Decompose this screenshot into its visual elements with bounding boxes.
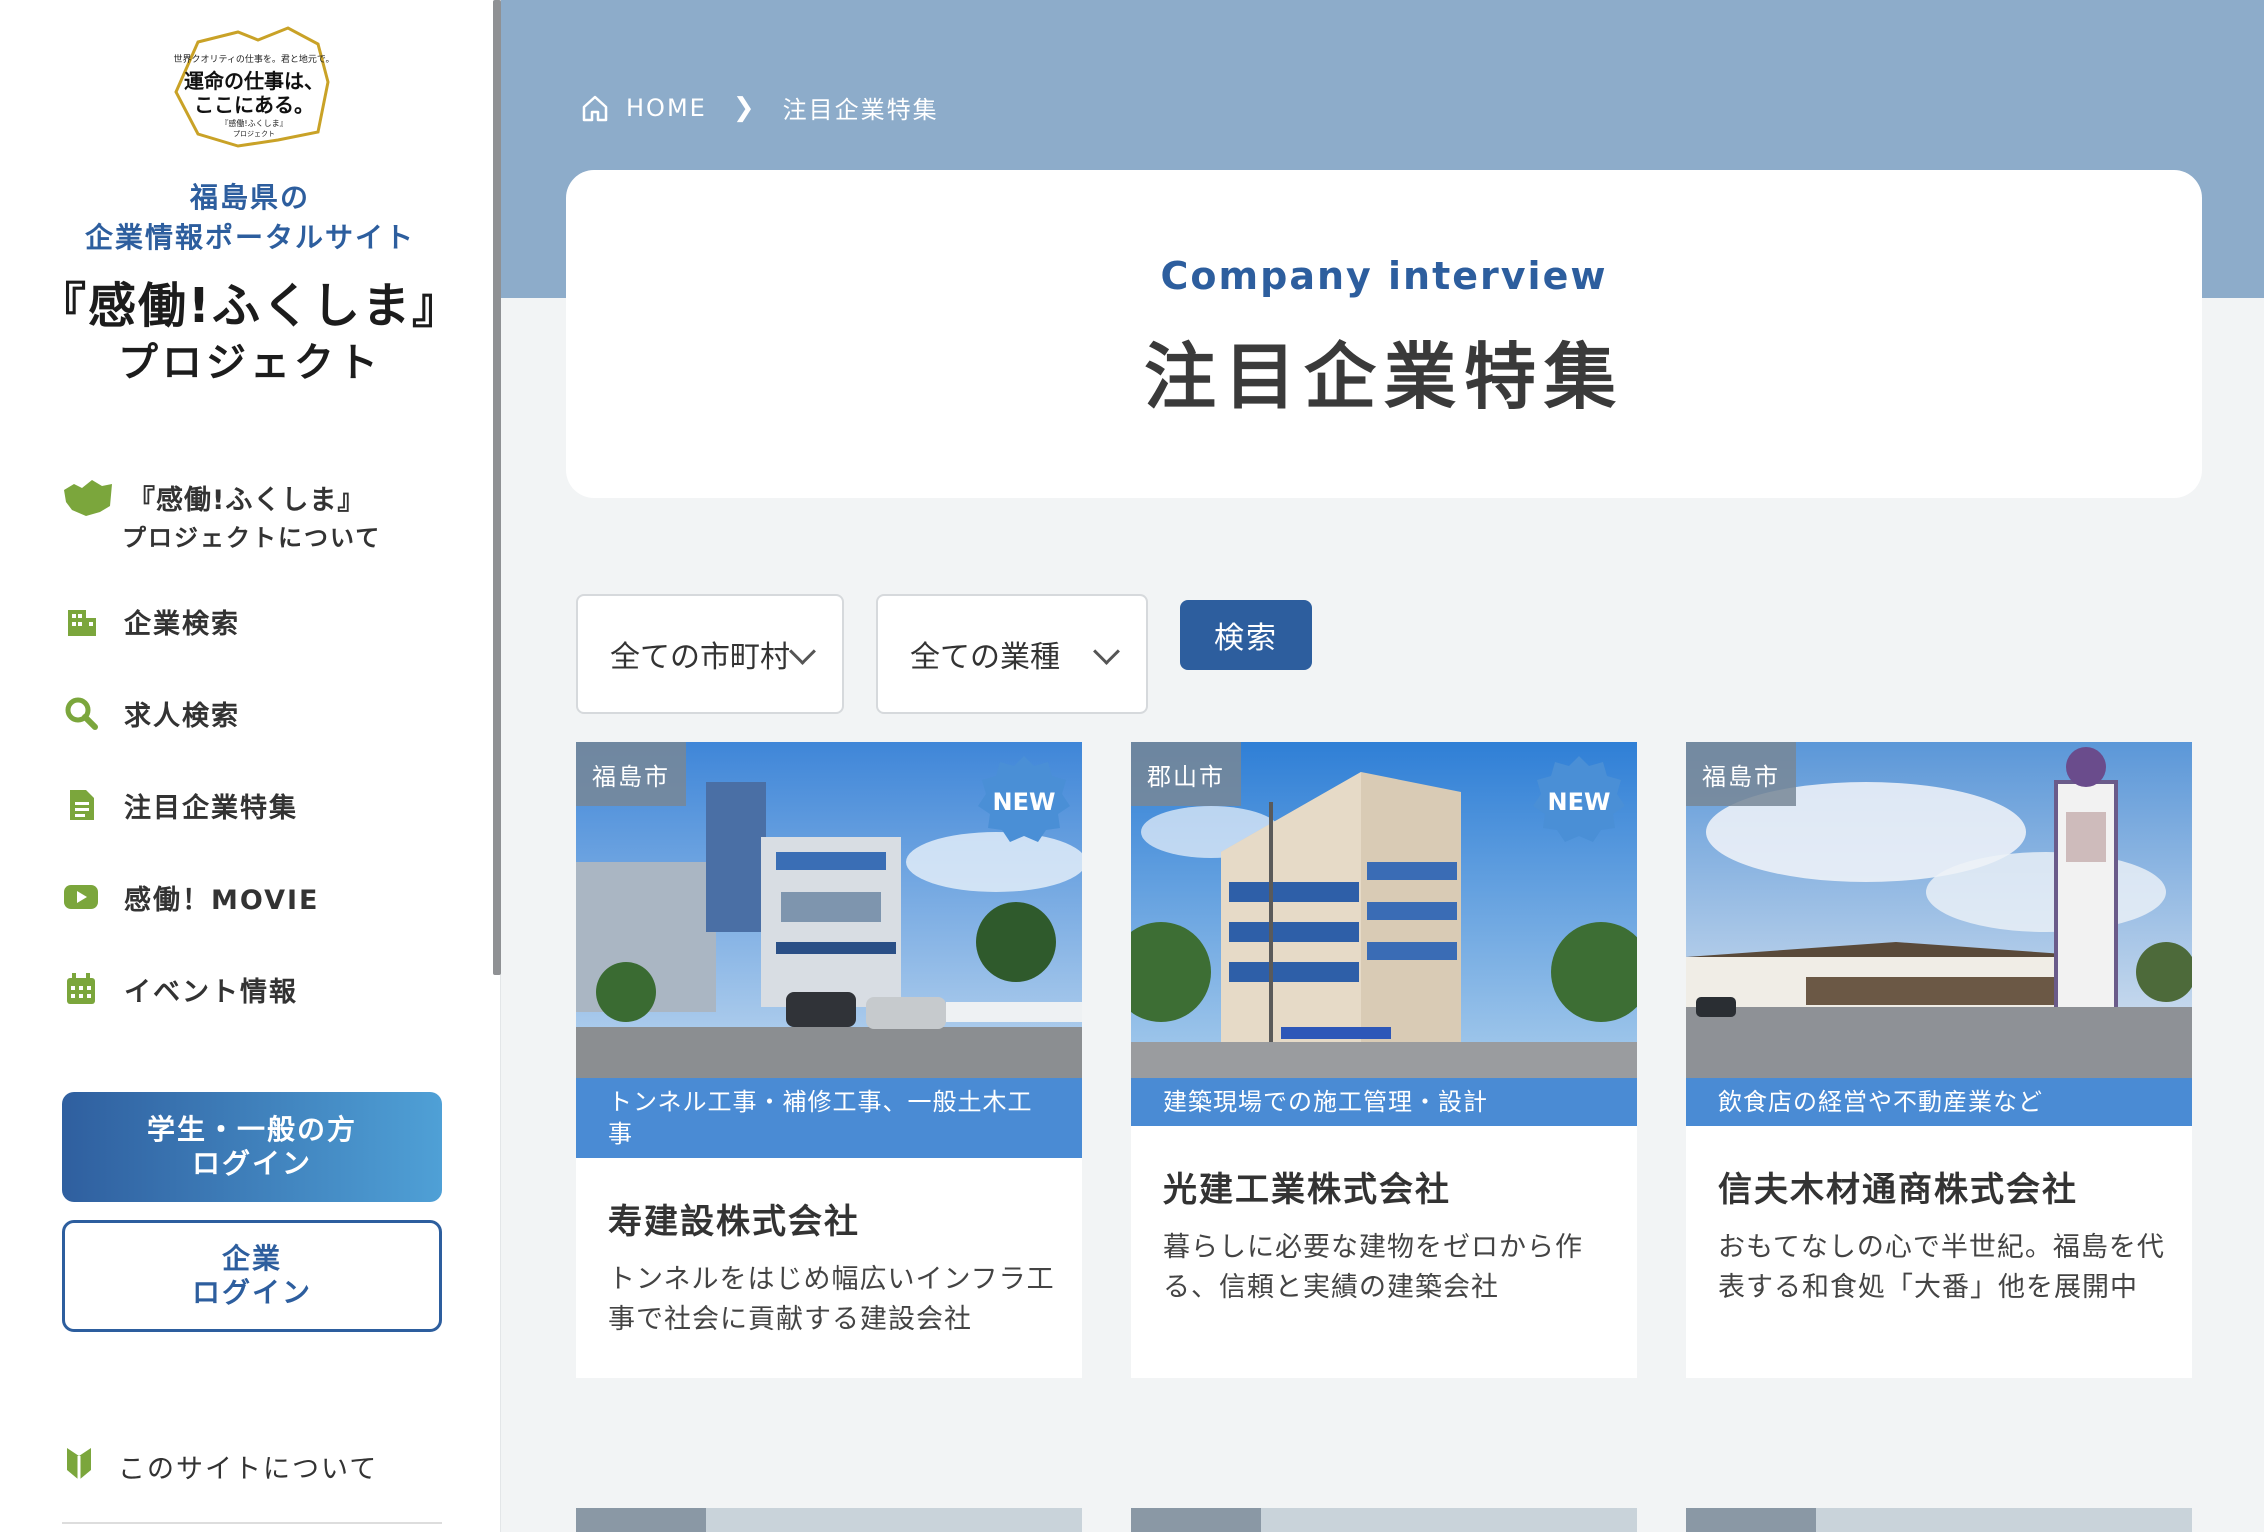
beginner-leaf-icon [64, 1444, 94, 1488]
company-description: おもてなしの心で半世紀。福島を代表する和食処「大番」他を展開中 [1718, 1232, 2165, 1303]
chevron-down-icon [1093, 638, 1120, 665]
chevron-right-icon: ❯ [732, 92, 757, 123]
nav-featured-companies[interactable]: 注目企業特集 [60, 784, 298, 826]
search-icon [60, 692, 102, 734]
new-badge: NEW [976, 754, 1072, 850]
sidebar-scrollbar[interactable] [493, 0, 501, 975]
project-logo-badge[interactable]: 世界クオリティの仕事を。君と地元で。 運命の仕事は、 ここにある。 『感働!ふく… [168, 22, 338, 152]
industry-label: 飲食店の経営や不動産業など [1686, 1078, 2192, 1126]
svg-text:『感働!ふくしま』: 『感働!ふくしま』 [220, 118, 287, 128]
student-login-line1: 学生・一般の方 [146, 1113, 357, 1146]
site-description-line2: 企業情報ポータルサイト [84, 221, 415, 254]
city-select[interactable]: 全ての市町村 [576, 594, 844, 714]
site-description-line1: 福島県の [189, 181, 310, 214]
nav-job-search-label: 求人検索 [124, 700, 240, 732]
city-select-value: 全ての市町村 [610, 640, 790, 675]
sidebar: 世界クオリティの仕事を。君と地元で。 運命の仕事は、 ここにある。 『感働!ふく… [0, 0, 501, 1532]
svg-text:ここにある。: ここにある。 [194, 93, 314, 117]
city-tag: 福島市 [576, 742, 686, 806]
calendar-icon [60, 968, 102, 1010]
building-icon [60, 600, 102, 642]
breadcrumb-current: 注目企業特集 [782, 96, 939, 124]
home-icon[interactable] [580, 93, 610, 123]
company-card-peek[interactable] [1131, 1508, 1637, 1532]
document-icon [60, 784, 102, 826]
company-name: 信夫木材通商株式会社 [1718, 1170, 2078, 1210]
new-badge: NEW [1531, 754, 1627, 850]
nav-site-about-label: このサイトについて [118, 1453, 379, 1485]
company-name: 寿建設株式会社 [608, 1202, 860, 1242]
sidebar-divider [62, 1522, 442, 1524]
nav-events-label: イベント情報 [124, 976, 298, 1008]
company-card[interactable]: 福島市 飲食店の経営や不動産業など 信夫木材通商株式会社 おもてなしの心で半世紀… [1686, 742, 2192, 1378]
page-title: 注目企業特集 [1143, 335, 1624, 419]
company-name: 光建工業株式会社 [1163, 1170, 1451, 1210]
industry-select-value: 全ての業種 [910, 640, 1060, 675]
svg-text:運命の仕事は、: 運命の仕事は、 [184, 69, 324, 93]
company-login-line1: 企業 [221, 1242, 282, 1275]
breadcrumb: HOME ❯ 注目企業特集 [580, 90, 939, 125]
student-login-line2: ログイン [191, 1147, 312, 1180]
student-login-button[interactable]: 学生・一般の方 ログイン [62, 1092, 442, 1202]
city-tag: 福島市 [1686, 742, 1796, 806]
svg-text:プロジェクト: プロジェクト [233, 130, 275, 138]
chevron-down-icon [789, 638, 816, 665]
company-login-button[interactable]: 企業 ログイン [62, 1220, 442, 1332]
nav-company-search-label: 企業検索 [124, 608, 240, 640]
city-tag: 郡山市 [1131, 742, 1241, 806]
company-login-line2: ログイン [191, 1276, 312, 1309]
new-badge-label: NEW [1548, 788, 1611, 816]
company-card-peek[interactable] [1686, 1508, 2192, 1532]
nav-about-line1: 『感働!ふくしま』 [128, 485, 366, 516]
fukushima-map-icon [62, 476, 114, 524]
site-title-sub[interactable]: プロジェクト [0, 330, 500, 388]
nav-site-about[interactable]: このサイトについて [64, 1444, 378, 1488]
company-description: トンネルをはじめ幅広いインフラ工事で社会に貢献する建設会社 [608, 1264, 1055, 1335]
play-icon [60, 876, 102, 918]
nav-job-search[interactable]: 求人検索 [60, 692, 240, 734]
nav-movie-label: 感働！MOVIE [124, 884, 320, 916]
nav-movie[interactable]: 感働！MOVIE [60, 876, 319, 918]
breadcrumb-home[interactable]: HOME [626, 94, 707, 122]
company-card-peek[interactable] [576, 1508, 1082, 1532]
industry-select[interactable]: 全ての業種 [876, 594, 1148, 714]
hero-subtitle: Company interview [1160, 254, 1608, 298]
company-card[interactable]: 福島市 NEW トンネル工事・補修工事、一般土木工事 寿建設株式会社 トンネルを… [576, 742, 1082, 1378]
company-card[interactable]: 郡山市 NEW 建築現場での施工管理・設計 光建工業株式会社 暮らしに必要な建物… [1131, 742, 1637, 1378]
new-badge-label: NEW [993, 788, 1056, 816]
nav-events[interactable]: イベント情報 [60, 968, 298, 1010]
company-description: 暮らしに必要な建物をゼロから作る、信頼と実績の建築会社 [1163, 1232, 1583, 1303]
search-button[interactable]: 検索 [1180, 600, 1312, 670]
site-title[interactable]: 『感働!ふくしま』 [0, 266, 500, 336]
nav-featured-companies-label: 注目企業特集 [124, 792, 298, 824]
industry-label: 建築現場での施工管理・設計 [1131, 1078, 1637, 1126]
nav-company-search[interactable]: 企業検索 [60, 600, 240, 642]
nav-about-line2: プロジェクトについて [122, 524, 382, 552]
industry-label: トンネル工事・補修工事、一般土木工事 [576, 1078, 1082, 1158]
badge-tagline: 世界クオリティの仕事を。君と地元で。 [173, 53, 334, 65]
hero-card: Company interview 注目企業特集 [566, 170, 2202, 498]
